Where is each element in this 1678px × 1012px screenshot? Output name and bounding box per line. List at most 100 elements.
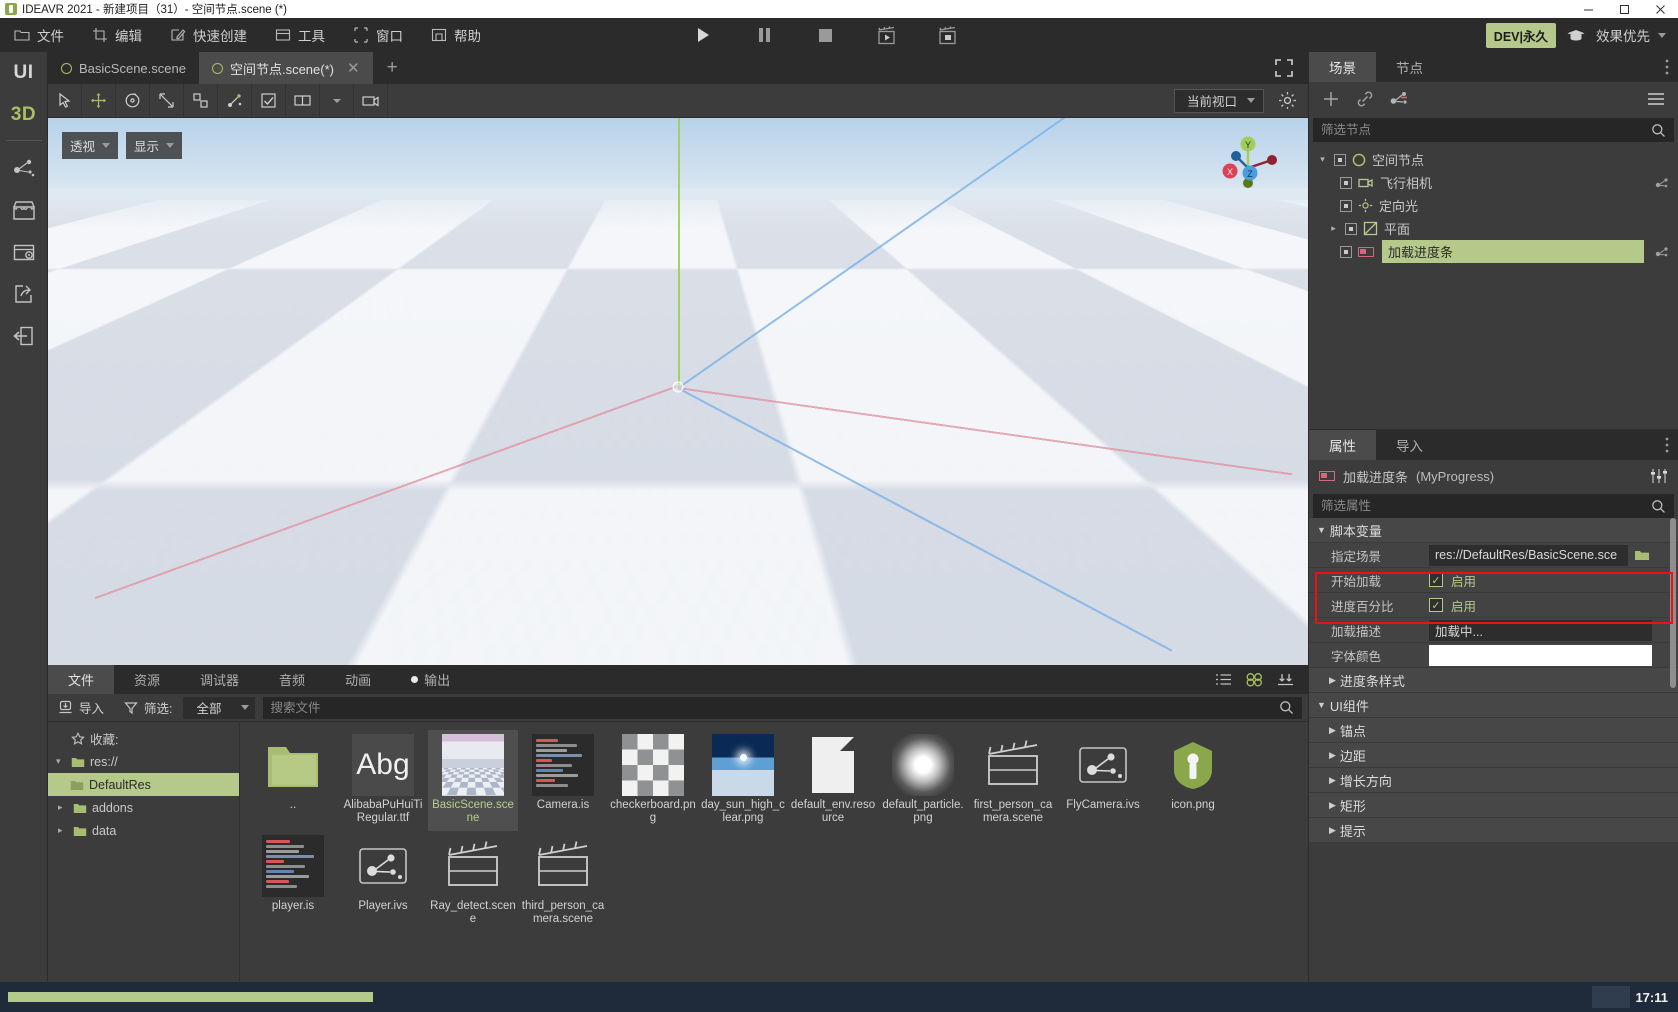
file-item-parent[interactable]: .. [248, 730, 338, 831]
search-icon[interactable] [1651, 123, 1666, 138]
menu-file[interactable]: 文件 [0, 18, 78, 52]
file-item-first-person-camera[interactable]: first_person_camera.scene [968, 730, 1058, 831]
tab-scene[interactable]: 场景 [1309, 52, 1376, 82]
node-script-indicator[interactable] [1654, 175, 1670, 191]
node-row-spatial-node[interactable]: ▾ 空间节点 [1309, 148, 1678, 171]
menu-tools[interactable]: 工具 [261, 18, 339, 52]
movie-play-button[interactable] [873, 22, 899, 48]
snap-tool-button[interactable] [252, 83, 286, 118]
file-item-third-person-camera-scene[interactable]: third_person_camera.scene [518, 831, 608, 932]
collapse-panel-button[interactable] [1272, 667, 1298, 693]
camera-tool-button[interactable] [354, 83, 388, 118]
add-node-button[interactable] [1321, 89, 1341, 109]
section-grow-direction[interactable]: ▶ 增长方向 [1309, 768, 1678, 793]
add-scene-tab-button[interactable]: + [373, 52, 412, 84]
browse-scene-button[interactable] [1632, 545, 1652, 565]
menu-help[interactable]: 帮助 [417, 18, 495, 52]
pivot-tool-button[interactable] [218, 83, 252, 118]
link-scene-button[interactable] [1355, 89, 1375, 109]
import-button[interactable]: 导入 [48, 694, 114, 722]
node-row-fly-camera[interactable]: 飞行相机 [1309, 171, 1678, 194]
dev-license-badge[interactable]: DEV|永久 [1485, 22, 1556, 48]
tab-audio[interactable]: 音频 [259, 665, 325, 694]
file-item-font[interactable]: Abg AlibabaPuHuiTiRegular.ttf [338, 730, 428, 831]
rail-window-settings-button[interactable] [0, 231, 48, 273]
file-item-sky-texture[interactable]: day_sun_high_clear.png [698, 730, 788, 831]
scene-tab-basicscene[interactable]: BasicScene.scene [48, 52, 199, 84]
node-row-loading-progress[interactable]: 加载进度条 [1309, 240, 1678, 263]
viewport-select-dropdown[interactable]: 当前视口 [1173, 88, 1264, 113]
section-rect[interactable]: ▶ 矩形 [1309, 793, 1678, 818]
section-progressbar-style[interactable]: ▶ 进度条样式 [1309, 668, 1678, 693]
tab-debugger[interactable]: 调试器 [180, 665, 259, 694]
property-filter-box[interactable] [1313, 494, 1674, 518]
layout-dropdown-button[interactable] [320, 83, 354, 118]
tree-row-favorites[interactable]: 收藏: [48, 727, 239, 750]
close-button[interactable] [1642, 0, 1678, 18]
perspective-dropdown[interactable]: 透视 [62, 132, 119, 159]
section-margin[interactable]: ▶ 边距 [1309, 743, 1678, 768]
stop-button[interactable] [812, 22, 838, 48]
tree-row-res-root[interactable]: ▾ res:// [48, 750, 239, 773]
font-color-swatch[interactable] [1429, 644, 1652, 666]
tree-expand-arrow[interactable]: ▸ [58, 825, 68, 836]
file-item-ray-detect-scene[interactable]: Ray_detect.scene [428, 831, 518, 932]
scene-tab-spatial-node[interactable]: 空间节点.scene(*) ✕ [198, 52, 373, 84]
pause-button[interactable] [751, 22, 777, 48]
close-icon[interactable]: ✕ [347, 59, 360, 77]
tab-files[interactable]: 文件 [48, 665, 115, 694]
progress-percent-checkbox[interactable]: ✓ [1429, 598, 1443, 612]
tab-output[interactable]: 输出 [391, 665, 470, 694]
search-icon[interactable] [1651, 499, 1666, 514]
inspector-scrollbar[interactable] [1670, 518, 1676, 688]
file-item-player-script[interactable]: player.is [248, 831, 338, 932]
inspector-menu-button[interactable] [1656, 430, 1678, 460]
scale-tool-button[interactable] [150, 83, 184, 118]
scene-panel-menu-button[interactable] [1656, 52, 1678, 82]
section-tooltip[interactable]: ▶ 提示 [1309, 818, 1678, 843]
menu-edit[interactable]: 编辑 [78, 18, 156, 52]
search-icon[interactable] [1279, 700, 1294, 715]
viewport-settings-button[interactable] [1272, 86, 1302, 116]
tree-expand-arrow[interactable]: ▸ [58, 802, 68, 813]
file-item-player-visual-script[interactable]: Player.ivs [338, 831, 428, 932]
select-tool-button[interactable] [48, 83, 82, 118]
inspector-settings-button[interactable] [1650, 468, 1668, 484]
section-ui-component[interactable]: ▼ UI组件 [1309, 693, 1678, 718]
node-expand-arrow[interactable]: ▾ [1317, 154, 1328, 165]
viewport-fullscreen-button[interactable] [1260, 52, 1308, 84]
node-visibility-toggle[interactable] [1345, 222, 1357, 235]
rail-import-button[interactable] [0, 315, 48, 357]
tree-row-data[interactable]: ▸ data [48, 819, 239, 842]
target-scene-input[interactable]: res://DefaultRes/BasicScene.sce [1429, 544, 1628, 566]
grid-view-button[interactable] [1241, 667, 1267, 693]
section-script-variables[interactable]: ▼ 脚本变量 [1309, 518, 1678, 543]
file-item-flycamera-visual-script[interactable]: FlyCamera.ivs [1058, 730, 1148, 831]
rail-store-button[interactable] [0, 189, 48, 231]
display-dropdown[interactable]: 显示 [126, 132, 183, 159]
file-item-camera-script[interactable]: Camera.is [518, 730, 608, 831]
move-tool-button[interactable] [82, 83, 116, 118]
viewport-3d[interactable]: 透视 显示 Y X Z [48, 118, 1308, 665]
tree-row-defaultres[interactable]: DefaultRes [48, 773, 239, 796]
file-item-default-particle[interactable]: default_particle.png [878, 730, 968, 831]
node-visibility-toggle[interactable] [1340, 176, 1352, 189]
menu-quick-create[interactable]: 快速创建 [156, 18, 261, 52]
tab-properties[interactable]: 属性 [1309, 430, 1376, 460]
file-search-box[interactable] [262, 696, 1302, 719]
file-item-icon-png[interactable]: icon.png [1148, 730, 1238, 831]
quality-mode-dropdown[interactable]: 效果优先 [1596, 25, 1666, 45]
node-row-directional-light[interactable]: 定向光 [1309, 194, 1678, 217]
tab-resources[interactable]: 资源 [114, 665, 180, 694]
tree-row-addons[interactable]: ▸ addons [48, 796, 239, 819]
tree-expand-arrow[interactable]: ▾ [56, 756, 66, 767]
transform-tool-button[interactable] [184, 83, 218, 118]
rotate-tool-button[interactable] [116, 83, 150, 118]
node-visibility-toggle[interactable] [1340, 245, 1352, 258]
status-tray-block[interactable] [1592, 986, 1631, 1008]
file-item-default-env[interactable]: default_env.resource [788, 730, 878, 831]
node-row-plane[interactable]: ▸ 平面 [1309, 217, 1678, 240]
rail-tab-3d[interactable]: 3D [0, 94, 48, 136]
maximize-button[interactable] [1606, 0, 1642, 18]
file-item-checkerboard[interactable]: checkerboard.png [608, 730, 698, 831]
